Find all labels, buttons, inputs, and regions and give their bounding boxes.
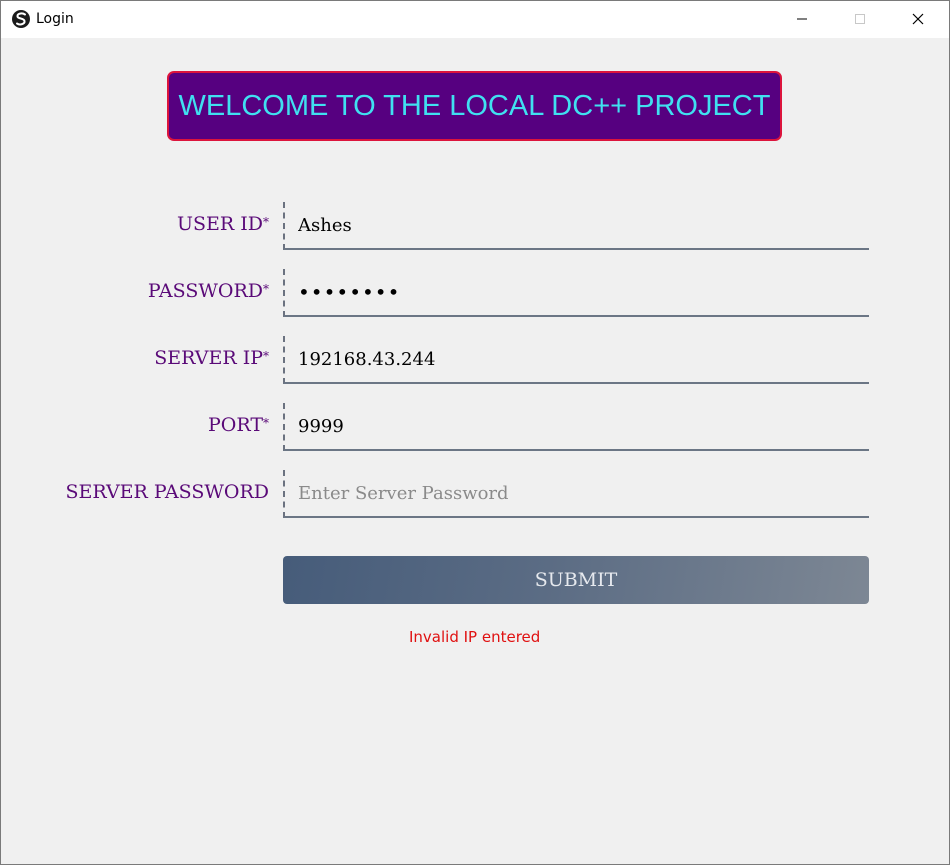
server-ip-input[interactable] (298, 348, 858, 370)
welcome-banner-text: WELCOME TO THE LOCAL DC++ PROJECT (178, 89, 771, 122)
port-label-text: PORT (207, 414, 263, 436)
password-label: PASSWORD* (148, 280, 269, 302)
password-input[interactable] (298, 280, 858, 304)
maximize-button[interactable] (831, 1, 889, 38)
port-field[interactable] (283, 403, 869, 451)
error-message: Invalid IP entered (409, 628, 541, 646)
user-id-label: USER ID* (177, 213, 269, 235)
server-password-input[interactable] (298, 482, 858, 504)
window-title: Login (36, 11, 74, 27)
port-label: PORT* (208, 414, 269, 436)
server-password-field[interactable] (283, 470, 869, 518)
server-password-label: SERVER PASSWORD (65, 481, 269, 503)
user-id-field[interactable] (283, 202, 869, 250)
minimize-button[interactable] (773, 1, 831, 38)
server-ip-label-text: SERVER IP (154, 347, 263, 369)
server-ip-field[interactable] (283, 336, 869, 384)
title-bar[interactable]: Login (1, 1, 949, 38)
password-label-text: PASSWORD (147, 280, 263, 302)
login-window: Login WELCOME TO THE LOCAL DC++ PROJECT … (0, 0, 950, 865)
swirl-logo-icon (11, 9, 31, 29)
required-mark: * (263, 215, 269, 229)
submit-button[interactable]: SUBMIT (283, 556, 869, 604)
required-mark: * (263, 416, 269, 430)
server-password-label-text: SERVER PASSWORD (65, 481, 269, 503)
minimize-icon (796, 10, 808, 29)
maximize-icon (854, 10, 866, 29)
submit-button-label: SUBMIT (534, 569, 618, 591)
close-button[interactable] (889, 1, 947, 38)
password-field[interactable] (283, 269, 869, 317)
required-mark: * (263, 282, 269, 296)
close-icon (912, 10, 924, 29)
user-id-input[interactable] (298, 214, 858, 236)
port-input[interactable] (298, 415, 858, 437)
required-mark: * (263, 349, 269, 363)
user-id-label-text: USER ID (177, 213, 263, 235)
server-ip-label: SERVER IP* (154, 347, 269, 369)
welcome-banner: WELCOME TO THE LOCAL DC++ PROJECT (167, 71, 782, 141)
